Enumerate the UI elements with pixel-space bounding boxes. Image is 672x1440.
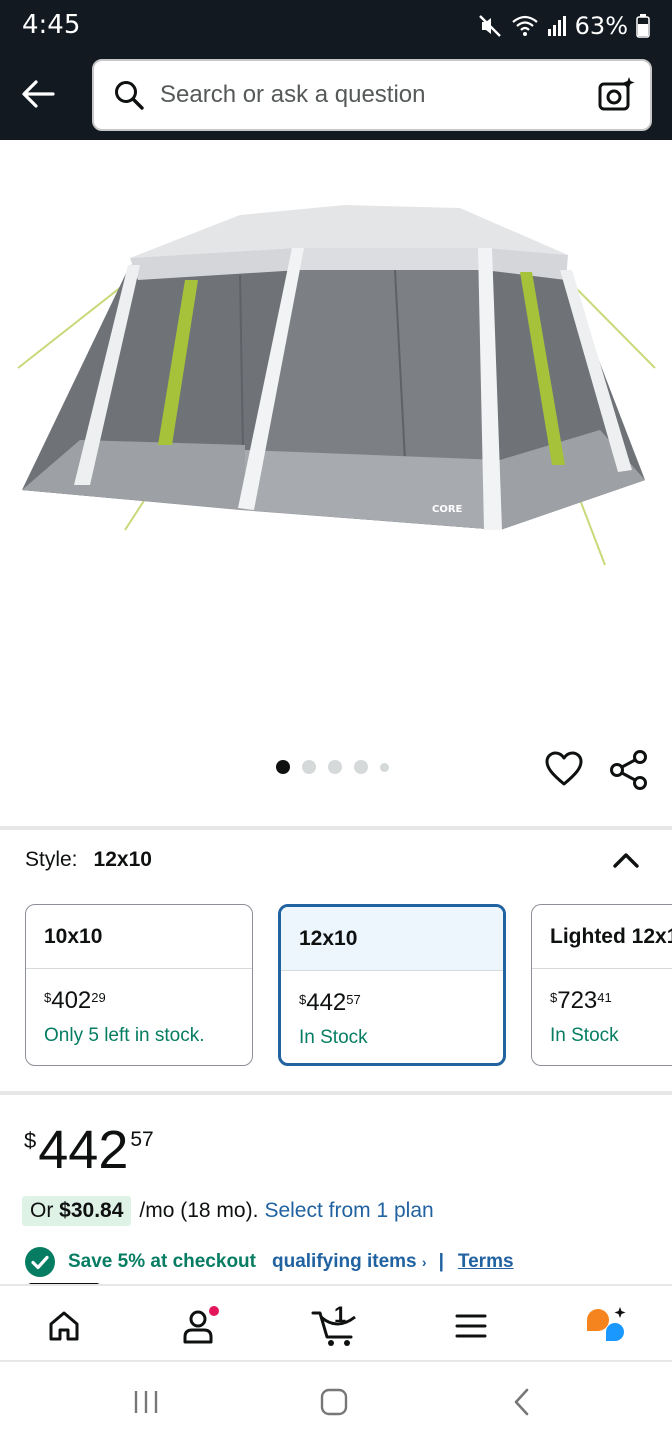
recent-apps-icon — [134, 1391, 158, 1413]
stock-status: Only 5 left in stock. — [44, 1025, 205, 1046]
price-whole: 442 — [38, 1120, 129, 1180]
section-divider — [0, 826, 672, 830]
style-option-12x10[interactable]: 12x10 $ 442 57 In Stock — [278, 904, 506, 1066]
status-icons: 63% — [477, 12, 650, 40]
back-button[interactable] — [16, 72, 60, 116]
status-time: 4:45 — [22, 10, 81, 40]
style-option-name: 10x10 — [26, 905, 252, 969]
app-header — [0, 52, 672, 140]
cart-count: 1 — [334, 1302, 347, 1327]
price-currency: $ — [24, 1128, 37, 1153]
monthly-payment-pill: Or $30.84 — [22, 1196, 132, 1226]
style-option-price: $ 442 57 — [281, 989, 503, 1017]
style-option-name: 12x10 — [281, 907, 503, 971]
wifi-icon — [511, 14, 539, 38]
section-divider — [0, 1091, 672, 1095]
qualifying-items-label: qualifying items — [271, 1251, 417, 1272]
product-price: $ 442 57 — [24, 1122, 154, 1178]
carousel-dot[interactable] — [354, 760, 368, 774]
nav-home[interactable] — [40, 1304, 88, 1348]
carousel-dot[interactable] — [276, 760, 290, 774]
price-currency: $ — [44, 990, 52, 1005]
style-option-price: $ 402 29 — [26, 987, 252, 1015]
system-back-button[interactable] — [502, 1384, 542, 1420]
image-carousel-indicator — [276, 760, 389, 774]
style-option-lighted-12x10[interactable]: Lighted 12x10 $ 723 41 In Stock — [531, 904, 672, 1066]
rufus-icon — [587, 1307, 626, 1341]
style-selection-header: Style: 12x10 — [25, 848, 152, 872]
battery-percent: 63% — [574, 12, 628, 40]
financing-terms: /mo (18 mo). — [139, 1199, 259, 1222]
price-currency: $ — [299, 992, 307, 1007]
home-icon — [49, 1311, 79, 1341]
terms-link[interactable]: Terms — [458, 1251, 514, 1273]
price-fraction: 57 — [130, 1128, 154, 1151]
price-currency: $ — [550, 990, 558, 1005]
carousel-dot[interactable] — [302, 760, 316, 774]
search-input[interactable] — [160, 81, 580, 109]
account-icon — [183, 1306, 219, 1344]
carousel-dot[interactable] — [380, 762, 389, 772]
chevron-right-icon: › — [421, 1254, 427, 1270]
home-square-icon — [320, 1388, 348, 1416]
chevron-left-icon — [514, 1388, 529, 1416]
separator: | — [438, 1251, 444, 1272]
monthly-amount: $30.84 — [59, 1199, 124, 1222]
price-whole: 723 — [557, 987, 598, 1014]
price-whole: 402 — [51, 987, 92, 1014]
bottom-navigation: 1 — [0, 1284, 672, 1362]
stock-status: In Stock — [550, 1025, 619, 1046]
nav-account[interactable] — [176, 1304, 224, 1348]
chevron-up-icon[interactable] — [608, 842, 644, 878]
screen-tent-image: CORE — [17, 205, 656, 566]
promotion-text: Save 5% at checkout — [68, 1251, 256, 1272]
qualifying-items-link[interactable]: qualifying items › — [272, 1251, 427, 1273]
system-navigation-bar — [0, 1364, 672, 1440]
check-circle-icon — [25, 1247, 55, 1277]
battery-icon — [636, 14, 650, 38]
select-plan-link[interactable]: Select from 1 plan — [264, 1199, 433, 1223]
style-option-price: $ 723 41 — [532, 987, 672, 1015]
svg-text:CORE: CORE — [432, 504, 463, 515]
heart-icon[interactable] — [544, 749, 584, 789]
search-icon — [115, 81, 144, 110]
share-icon[interactable] — [608, 749, 650, 791]
menu-icon — [455, 1314, 487, 1338]
price-fraction: 41 — [597, 990, 612, 1005]
financing-offer: Or $30.84 /mo (18 mo). Select from 1 pla… — [22, 1196, 434, 1226]
checkout-promotion: Save 5% at checkout qualifying items › |… — [24, 1246, 514, 1278]
nav-menu[interactable] — [447, 1304, 495, 1348]
price-fraction: 57 — [346, 992, 361, 1007]
style-selected-value: 12x10 — [93, 848, 152, 871]
price-whole: 442 — [306, 989, 347, 1016]
nav-cart[interactable]: 1 — [310, 1302, 362, 1348]
price-fraction: 29 — [91, 990, 106, 1005]
product-image[interactable]: CORE — [0, 140, 672, 740]
recent-apps-button[interactable] — [126, 1384, 166, 1420]
style-option-name: Lighted 12x10 — [532, 905, 672, 969]
nav-rufus[interactable] — [582, 1304, 630, 1348]
home-button[interactable] — [314, 1384, 354, 1420]
signal-icon — [547, 15, 567, 37]
style-label: Style: — [25, 848, 78, 871]
status-bar: 4:45 63% — [0, 0, 672, 52]
camera-search-icon[interactable] — [596, 75, 636, 115]
financing-prefix: Or — [30, 1199, 60, 1222]
stock-status: In Stock — [299, 1027, 368, 1048]
mute-icon — [477, 13, 503, 39]
style-option-10x10[interactable]: 10x10 $ 402 29 Only 5 left in stock. — [25, 904, 253, 1066]
back-arrow-icon — [22, 80, 55, 108]
carousel-dot[interactable] — [328, 760, 342, 774]
search-bar[interactable] — [92, 59, 652, 131]
